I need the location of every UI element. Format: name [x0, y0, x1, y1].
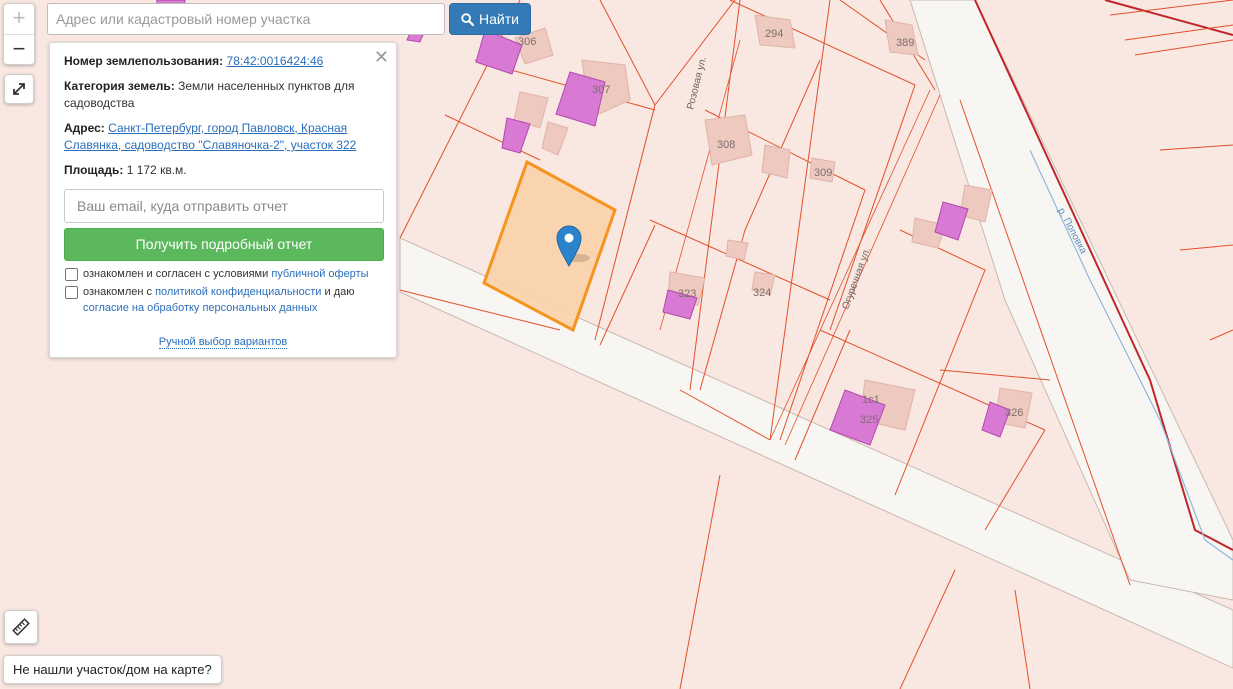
- area-row: Площадь: 1 172 кв.м.: [64, 162, 382, 179]
- plot-label: 294: [765, 28, 783, 40]
- not-found-button[interactable]: Не нашли участок/дом на карте?: [3, 655, 222, 684]
- land-use-link[interactable]: 78:42:0016424:46: [227, 54, 324, 68]
- fullscreen-button[interactable]: [4, 74, 34, 104]
- plot-label: 308: [717, 139, 735, 151]
- address-label: Адрес:: [64, 121, 105, 135]
- manual-select: Ручной выбор вариантов: [50, 336, 396, 349]
- zoom-control: + −: [3, 3, 35, 65]
- plot-label: 325: [860, 414, 878, 426]
- manual-select-link[interactable]: Ручной выбор вариантов: [158, 336, 288, 349]
- consent-offer: ознакомлен и согласен с условиями публич…: [64, 266, 382, 282]
- ruler-icon: [12, 618, 30, 636]
- personal-data-link[interactable]: согласие на обработку персональных данны…: [83, 302, 317, 314]
- consent-privacy: ознакомлен с политикой конфиденциальност…: [64, 284, 382, 316]
- consent-privacy-text: ознакомлен с: [83, 286, 153, 298]
- address-link[interactable]: Санкт-Петербург, город Павловск, Красная…: [64, 121, 356, 152]
- land-use-label: Номер землепользования:: [64, 54, 224, 68]
- land-use-row: Номер землепользования: 78:42:0016424:46: [64, 53, 382, 70]
- close-icon[interactable]: ✕: [374, 47, 389, 68]
- category-label: Категория земель:: [64, 79, 175, 93]
- parcel-info-panel: ✕ Номер землепользования: 78:42:0016424:…: [49, 42, 397, 358]
- offer-link[interactable]: публичной оферты: [271, 268, 368, 280]
- plot-label: 307: [592, 84, 610, 96]
- expand-icon: [13, 83, 25, 95]
- measure-button[interactable]: [4, 610, 38, 644]
- plot-label: 1с1: [862, 394, 880, 406]
- search-icon: [461, 12, 475, 26]
- plot-label: 309: [814, 167, 832, 179]
- consent-privacy-checkbox[interactable]: [65, 286, 78, 299]
- zoom-out-button[interactable]: −: [4, 35, 34, 65]
- search-button-label: Найти: [479, 11, 519, 27]
- search-button[interactable]: Найти: [449, 3, 531, 35]
- email-input[interactable]: [64, 189, 384, 223]
- category-row: Категория земель: Земли населенных пункт…: [64, 78, 382, 112]
- address-row: Адрес: Санкт-Петербург, город Павловск, …: [64, 120, 382, 154]
- area-value: 1 172 кв.м.: [126, 163, 187, 177]
- consent-offer-text: ознакомлен и согласен с условиями: [83, 268, 269, 280]
- plot-label: 323: [678, 288, 696, 300]
- plot-label: 306: [518, 36, 536, 48]
- consent-offer-checkbox[interactable]: [65, 268, 78, 281]
- get-report-button[interactable]: Получить подробный отчет: [64, 228, 384, 261]
- privacy-policy-link[interactable]: политикой конфиденциальности: [155, 286, 321, 298]
- search-input[interactable]: [47, 3, 445, 35]
- plot-label: 389: [896, 37, 914, 49]
- zoom-in-button[interactable]: +: [4, 4, 34, 35]
- area-label: Площадь:: [64, 163, 124, 177]
- plot-label: 324: [753, 287, 771, 299]
- consent-privacy-text-b: и даю: [324, 286, 355, 298]
- plot-label: 326: [1005, 407, 1023, 419]
